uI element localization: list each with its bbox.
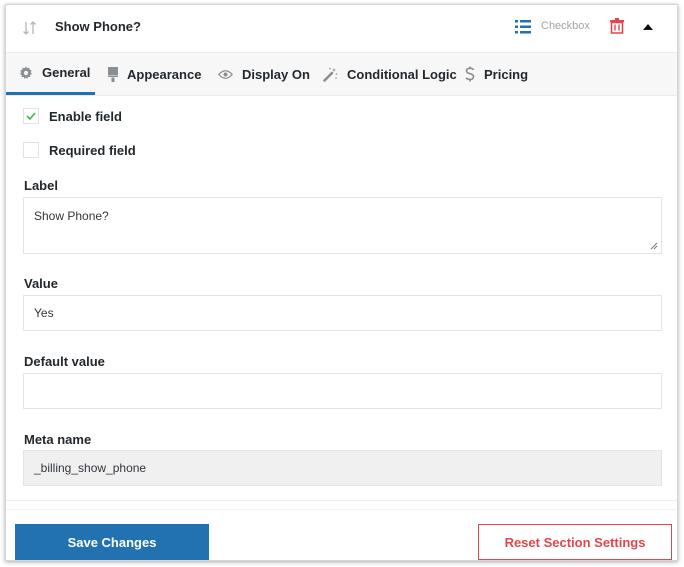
tab-display-on-label: Display On <box>242 66 310 82</box>
tab-pricing-label: Pricing <box>484 66 529 82</box>
checkmark-icon <box>26 112 36 120</box>
required-field-label: Required field <box>49 142 136 158</box>
divider <box>6 509 677 510</box>
tab-appearance-label: Appearance <box>127 66 202 82</box>
tab-general-label: General <box>42 65 91 80</box>
label-field-label: Label <box>24 178 58 193</box>
enable-field-label: Enable field <box>49 108 122 124</box>
caret-up-icon[interactable] <box>643 24 653 30</box>
tab-general[interactable]: General <box>6 53 95 95</box>
tab-conditional-logic[interactable]: Conditional Logic <box>323 53 457 95</box>
meta-name-input[interactable]: _billing_show_phone <box>23 450 662 486</box>
value-input[interactable]: Yes <box>23 295 662 331</box>
dollar-icon <box>465 66 475 82</box>
eye-icon <box>218 69 233 79</box>
label-textarea-value: Show Phone? <box>34 209 109 223</box>
tab-appearance[interactable]: Appearance <box>108 53 201 95</box>
enable-field-row[interactable]: Enable field <box>23 108 122 124</box>
meta-name-field-label: Meta name <box>24 432 92 447</box>
default-value-field-label: Default value <box>24 354 105 369</box>
magic-wand-icon <box>323 67 338 82</box>
sort-arrows-icon[interactable] <box>22 18 38 38</box>
required-field-checkbox[interactable] <box>23 142 39 158</box>
field-type-label: Checkbox <box>541 20 590 32</box>
trash-icon[interactable] <box>610 18 624 34</box>
meta-name-input-value: _billing_show_phone <box>34 461 147 475</box>
field-settings-panel: Show Phone? Checkbox General Appearance … <box>5 4 678 561</box>
paint-brush-icon <box>108 66 118 82</box>
tab-bar: General Appearance Display On Conditiona… <box>6 53 677 96</box>
default-value-input[interactable] <box>23 373 662 409</box>
value-input-value: Yes <box>34 306 54 320</box>
gear-icon <box>19 66 32 79</box>
enable-field-checkbox[interactable] <box>23 108 39 124</box>
field-title: Show Phone? <box>55 19 141 34</box>
value-field-label: Value <box>24 276 58 291</box>
save-changes-button[interactable]: Save Changes <box>15 524 209 560</box>
required-field-row[interactable]: Required field <box>23 142 136 158</box>
tab-conditional-logic-label: Conditional Logic <box>347 66 457 82</box>
field-header[interactable]: Show Phone? Checkbox <box>6 5 677 53</box>
label-textarea[interactable]: Show Phone? <box>23 197 662 254</box>
divider <box>6 500 677 501</box>
tab-display-on[interactable]: Display On <box>218 53 310 95</box>
tab-pricing[interactable]: Pricing <box>465 53 528 95</box>
resize-handle-icon[interactable] <box>650 242 658 250</box>
reset-section-settings-button[interactable]: Reset Section Settings <box>478 524 672 560</box>
list-icon <box>515 20 531 34</box>
